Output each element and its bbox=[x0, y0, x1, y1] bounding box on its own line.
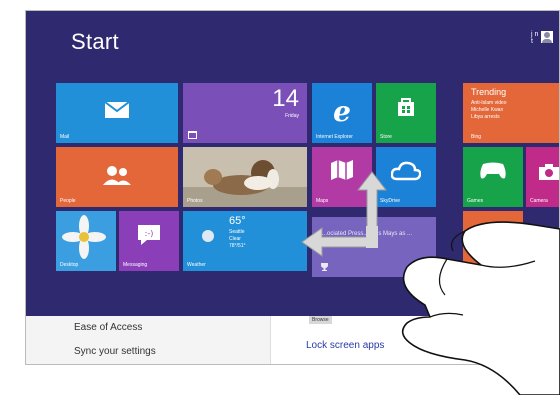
people-icon bbox=[103, 166, 131, 185]
tile-store[interactable]: Store bbox=[376, 83, 436, 143]
hand-icon bbox=[401, 221, 560, 395]
calendar-icon bbox=[188, 131, 197, 139]
browse-button[interactable]: Browse bbox=[309, 316, 332, 324]
calendar-day: Friday bbox=[285, 113, 299, 119]
store-icon bbox=[398, 98, 414, 116]
tile-people[interactable]: People bbox=[56, 147, 178, 207]
tile-photos-label: Photos bbox=[187, 198, 203, 204]
tile-internet-explorer[interactable]: e Internet Explorer bbox=[312, 83, 372, 143]
bing-line-2: Michelle Kwan bbox=[471, 107, 504, 113]
start-title: Start bbox=[71, 29, 119, 54]
moon-icon bbox=[202, 230, 214, 242]
calendar-date: 14 bbox=[272, 85, 299, 112]
mail-icon bbox=[104, 101, 130, 118]
tile-desktop[interactable]: Desktop bbox=[56, 211, 116, 271]
tile-bing-label: Bing bbox=[471, 134, 482, 140]
settings-item-ease-of-access[interactable]: Ease of Access bbox=[74, 322, 142, 333]
internet-explorer-icon: e bbox=[333, 94, 351, 128]
tile-bing[interactable]: Trending Anti-Islam video Michelle Kwan … bbox=[463, 83, 559, 143]
camera-icon bbox=[539, 164, 559, 180]
tile-mail[interactable]: Mail bbox=[56, 83, 178, 143]
weather-condition: Clear bbox=[229, 236, 241, 242]
tile-store-label: Store bbox=[380, 134, 392, 140]
bing-trending-title: Trending bbox=[471, 87, 507, 97]
user-account[interactable]: j nt bbox=[531, 31, 553, 45]
tile-messaging[interactable]: :-) Messaging bbox=[119, 211, 179, 271]
svg-text::-): :-) bbox=[145, 229, 154, 238]
tile-messaging-label: Messaging bbox=[123, 262, 148, 268]
weather-range: 78°/51° bbox=[229, 243, 246, 249]
message-bubble-icon: :-) bbox=[138, 225, 160, 245]
tile-photos[interactable]: Photos bbox=[183, 147, 307, 207]
settings-item-sync-settings[interactable]: Sync your settings bbox=[74, 346, 156, 357]
gamepad-icon bbox=[480, 162, 506, 179]
tile-calendar[interactable]: 14 Friday bbox=[183, 83, 307, 143]
user-name: j nt bbox=[531, 31, 539, 45]
tile-desktop-label: Desktop bbox=[60, 262, 79, 268]
tile-ie-label: Internet Explorer bbox=[316, 134, 353, 140]
bing-line-3: Libya arrests bbox=[471, 114, 500, 120]
tile-mail-label: Mail bbox=[60, 134, 70, 140]
weather-city: Seattle bbox=[229, 229, 245, 235]
settings-panel: Ease of Access Sync your settings bbox=[26, 316, 271, 364]
tile-weather[interactable]: 65° Seattle Clear 78°/51° Weather bbox=[183, 211, 307, 271]
avatar bbox=[541, 31, 553, 43]
bing-line-1: Anti-Islam video bbox=[471, 100, 507, 106]
tile-people-label: People bbox=[60, 198, 76, 204]
lock-screen-apps-title[interactable]: Lock screen apps bbox=[306, 340, 384, 351]
weather-temp: 65° bbox=[229, 215, 246, 227]
tile-weather-label: Weather bbox=[187, 262, 206, 268]
